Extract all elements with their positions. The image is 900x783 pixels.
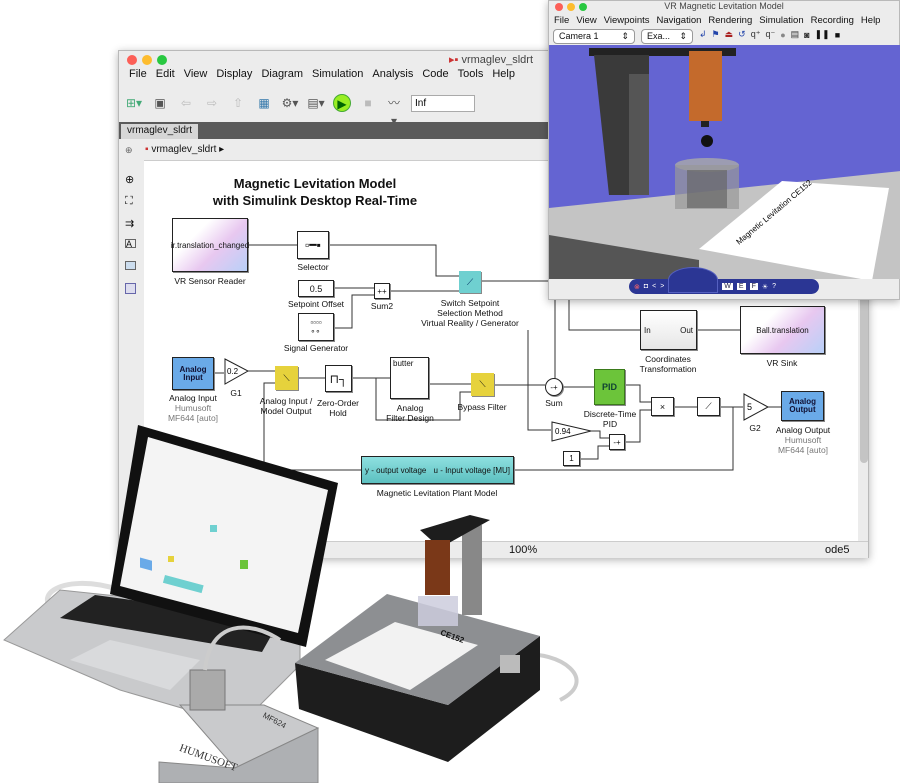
block-label: Sum [545,398,563,408]
block-label: Coordinates Transformation [639,354,697,374]
block-label: Sum2 [370,301,394,311]
analog-filter-design-block[interactable]: butter [390,357,429,399]
next-viewpoint-icon[interactable]: > [660,283,664,290]
undo-move-icon[interactable]: ↺ [738,29,746,40]
constant-1-block[interactable]: 1 [563,451,580,466]
block-label: VR Sensor Reader [174,276,246,286]
nav-wheel[interactable] [668,266,719,293]
block-label: Zero-Order Hold [316,398,360,418]
block-label: Analog Filter Design [386,403,434,423]
setpoint-offset-block[interactable]: 0.5 [298,280,334,297]
block-label: Setpoint Offset [287,299,345,309]
svg-text:5: 5 [747,402,752,412]
analog-input-model-output-switch[interactable]: ⟍ [275,366,298,390]
bypass-filter-switch[interactable]: ⟍ [471,373,494,396]
vr-window-title: VR Magnetic Levitation Model [664,1,784,11]
signal-generator-block[interactable]: ▫▫▫▫ ∘∘ [298,313,334,341]
vr-sensor-reader-block[interactable]: ir.translation_changed [171,218,249,272]
ball [701,135,713,147]
menu-navigation[interactable]: Navigation [657,15,702,26]
viewpoint-select[interactable]: Camera 1 ⇕ [553,29,635,44]
diagram-title: Magnetic Levitation Model with Simulink … [212,176,418,208]
discrete-time-pid-block[interactable]: PID [594,369,625,405]
coil [689,51,722,121]
prev-viewpoint-icon[interactable]: < [652,283,656,290]
zoom-out-icon[interactable]: q⁻ [765,29,775,40]
sum-block[interactable]: -+ [545,378,563,396]
g2-gain-block[interactable]: 5 [743,393,770,422]
vr-3d-canvas[interactable]: Magnetic Levitation CE152 [549,45,900,279]
block-label: Analog Input Humusoft MF644 [auto] [167,393,219,423]
walk-button[interactable]: W [722,283,733,290]
g1-gain-block[interactable]: 0.2 [224,358,250,386]
block-label: Magnetic Levitation Plant Model [376,488,498,498]
menu-view[interactable]: View [576,15,596,26]
plant-model-block[interactable]: y - output voltage u - Input voltage [MU] [361,456,514,484]
sum3-block[interactable]: -+ [609,434,625,450]
clipboard-icon[interactable]: ▤ [791,29,800,40]
analog-input-block[interactable]: Analog Input [172,357,214,390]
return-icon[interactable]: ↲ [699,29,707,40]
block-label: VR Sink [766,358,798,368]
pause-icon[interactable]: ❚❚ [815,29,830,40]
fly-button[interactable]: F [749,283,758,290]
navigation-mode-select[interactable]: Exa... ⇕ [641,29,693,44]
menu-help[interactable]: Help [861,15,881,26]
menu-rendering[interactable]: Rendering [708,15,752,26]
zoom-in-icon[interactable]: q⁺ [751,29,761,40]
block-label: Signal Generator [283,343,349,353]
coordinates-transformation-block[interactable]: In Out [640,310,697,350]
svg-text:0.2: 0.2 [227,367,239,376]
menu-simulation[interactable]: Simulation [759,15,803,26]
svg-text:0.94: 0.94 [555,427,571,436]
gain-094-block[interactable]: 0.94 [551,421,593,442]
headlight-icon[interactable]: ☀ [762,283,768,291]
examine-button[interactable]: E [736,283,746,290]
vr-toolbar: ↲ ⚑ ⏏ ↺ q⁺ q⁻ ● ▤ ◙ ❚❚ ■ [699,29,840,40]
straighten-icon[interactable]: ⏏ [725,29,734,40]
close-nav-icon[interactable]: ⊗ [634,283,640,291]
block-label: Analog Input / Model Output [259,396,313,416]
switch-setpoint-block[interactable]: ⟋ [459,271,481,293]
block-label: G1 [230,388,242,398]
wire [494,330,551,431]
vr-sink-block[interactable]: Ball.translation [740,306,825,354]
vr-window: VR Magnetic Levitation Model File View V… [548,0,900,300]
stop-icon[interactable]: ■ [835,30,840,40]
menu-viewpoints[interactable]: Viewpoints [604,15,650,26]
vr-menu-bar: File View Viewpoints Navigation Renderin… [554,15,880,26]
home-icon[interactable]: ◘ [644,283,648,290]
saturation-block[interactable]: ⟋ [697,397,720,416]
wire [329,244,459,277]
analog-output-block[interactable]: Analog Output [781,391,824,421]
menu-file[interactable]: File [554,15,569,26]
navigation-panel[interactable]: ⊗ ◘ < > W E F ☀ ? [629,266,819,294]
sum2-block[interactable]: ++ [374,283,390,299]
product-block[interactable]: × [651,397,674,416]
zero-order-hold-block[interactable]: ⊓┐ [325,365,352,392]
block-label: Bypass Filter [457,402,507,412]
record-icon[interactable]: ● [780,30,785,40]
menu-recording[interactable]: Recording [811,15,854,26]
block-label: Selector [297,262,329,272]
block-label: Switch Setpoint Selection Method Virtual R… [421,298,519,328]
selector-block[interactable]: ▫━▪ [297,231,329,259]
camera-icon[interactable]: ◙ [804,30,809,40]
help-icon[interactable]: ? [772,283,776,290]
flag-icon[interactable]: ⚑ [712,29,720,40]
block-label: Analog Output Humusoft MF644 [auto] [775,425,831,455]
block-label: G2 [749,423,761,433]
